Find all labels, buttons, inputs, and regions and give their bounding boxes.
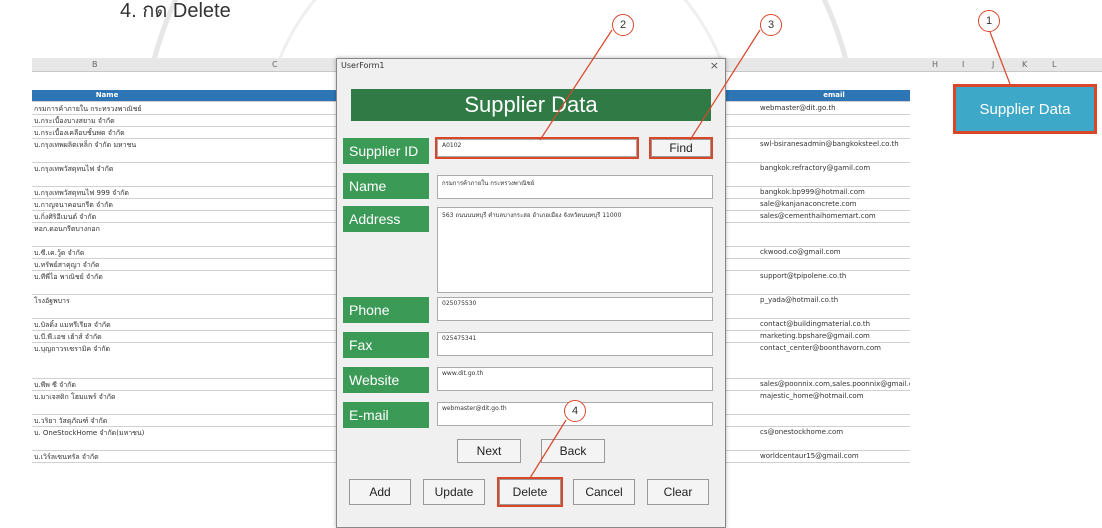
email-cell[interactable]: webmaster@dit.go.th (760, 104, 910, 112)
email-cell[interactable]: ckwood.co@gmail.com (760, 248, 910, 256)
column-l-header[interactable]: L (1052, 60, 1056, 69)
name-cell[interactable]: บ.มาเจสติก โฮมแพร์ จำกัด (34, 392, 180, 403)
cancel-button[interactable]: Cancel (573, 479, 635, 505)
supplier-data-launch-button[interactable]: Supplier Data (953, 84, 1097, 134)
name-cell[interactable]: บ.เวิร์ลเซนทรัล จำกัด (34, 452, 180, 462)
email-cell[interactable]: support@tpipolene.co.th (760, 272, 910, 280)
email-cell[interactable]: marketing.bpshare@gmail.com (760, 332, 910, 340)
email-cell[interactable]: sale@kanjanaconcrete.com (760, 200, 910, 208)
callout-2: 2 (612, 14, 634, 36)
name-cell[interactable]: บ.วริยา วัสดุภัณฑ์ จำกัด (34, 416, 180, 426)
column-c-header[interactable]: C (272, 60, 278, 69)
back-button[interactable]: Back (541, 439, 605, 463)
supplier-userform: UserForm1 × Supplier Data Supplier ID A0… (336, 58, 726, 528)
update-button[interactable]: Update (423, 479, 485, 505)
email-cell[interactable]: sales@cementhaihomemart.com (760, 212, 910, 220)
name-field[interactable]: กรมการค้าภายใน กระทรวงพาณิชย์ (437, 175, 713, 199)
callout-3: 3 (760, 14, 782, 36)
email-cell[interactable]: sales@poonnix.com,sales.poonnix@gmail.co… (760, 380, 910, 388)
callout-1: 1 (978, 10, 1000, 32)
next-button[interactable]: Next (457, 439, 521, 463)
column-j-header[interactable]: J (992, 60, 994, 69)
name-cell[interactable]: บ.กระเบื้องเคลือบชั้นพด จำกัด (34, 128, 180, 138)
name-cell[interactable]: บ.บี.พี.เอช เฮ้าส์ จำกัด (34, 332, 180, 342)
email-cell[interactable]: swl-bsiranesadmin@bangkoksteel.co.th (760, 140, 910, 148)
fax-field[interactable]: 025475341 (437, 332, 713, 356)
email-cell[interactable]: contact@buildingmaterial.co.th (760, 320, 910, 328)
name-cell[interactable]: บ.กิ่งศิริอีเมนต์ จำกัด (34, 212, 180, 222)
column-b-header[interactable]: B (92, 60, 98, 69)
address-field[interactable]: 563 ถนนนนทบุรี ตำบลบางกระสอ อำเภอเมือง จ… (437, 207, 713, 293)
form-banner: Supplier Data (351, 89, 711, 121)
header-email-cell[interactable]: email (758, 91, 910, 99)
name-cell[interactable]: บ.ซี.เค.วู้ด จำกัด (34, 248, 180, 258)
name-cell[interactable]: บ.บุญถาวรเซรามิค จำกัด (34, 344, 180, 355)
email-cell[interactable]: contact_center@boonthavorn.com (760, 344, 910, 352)
name-cell[interactable]: หอก.ดอนกรีตบางกอก (34, 224, 180, 235)
callout-4: 4 (564, 400, 586, 422)
column-h-header[interactable]: H (932, 60, 938, 69)
address-label: Address (343, 206, 429, 232)
email-cell[interactable]: p_yada@hotmail.co.th (760, 296, 910, 304)
column-k-header[interactable]: K (1022, 60, 1027, 69)
name-cell[interactable]: บ.กาญจนาคอนกรีต จำกัด (34, 200, 180, 210)
name-cell[interactable]: บ.บิลดิ้ง แมทรีเรียล จำกัด (34, 320, 180, 330)
website-label: Website (343, 367, 429, 393)
clear-button[interactable]: Clear (647, 479, 709, 505)
name-cell[interactable]: บ.กรุงเทพวัสดุทนไฟ 999 จำกัด (34, 188, 180, 198)
fax-label: Fax (343, 332, 429, 358)
website-field[interactable]: www.dit.go.th (437, 367, 713, 391)
email-cell[interactable]: majestic_home@hotmail.com (760, 392, 910, 400)
form-window-title: UserForm1 (341, 61, 385, 70)
name-cell[interactable]: บ.กระเบื้องบางสยาม จำกัด (34, 116, 180, 126)
name-cell[interactable]: บ.ทีพีไอ พาณิชย์ จำกัด (34, 272, 180, 283)
email-cell[interactable]: cs@onestockhome.com (760, 428, 910, 436)
delete-button[interactable]: Delete (497, 477, 563, 507)
name-cell[interactable]: กรมการค้าภายใน กระทรวงพาณิชย์ (34, 104, 180, 114)
close-icon[interactable]: × (710, 59, 719, 72)
name-cell[interactable]: บ.กรุงเทพผลิตเหล็ก จำกัด มหาชน (34, 140, 180, 151)
supplier-id-label: Supplier ID (343, 138, 429, 164)
name-cell[interactable]: โรงอัฐพบาร (34, 296, 180, 307)
add-button[interactable]: Add (349, 479, 411, 505)
column-i-header[interactable]: I (962, 60, 964, 69)
phone-field[interactable]: 025075530 (437, 297, 713, 321)
name-cell[interactable]: บ.พีพ ซี จำกัด (34, 380, 180, 390)
email-cell[interactable]: worldcentaur15@gmail.com (760, 452, 910, 460)
name-label: Name (343, 173, 429, 199)
name-cell[interactable]: บ.ทรัพย์สาคุญา จำกัด (34, 260, 180, 270)
name-cell[interactable]: บ. OneStockHome จำกัด(มหาชน) (34, 428, 180, 439)
phone-label: Phone (343, 297, 429, 323)
supplier-id-input[interactable]: A0102 (435, 137, 639, 159)
find-button[interactable]: Find (649, 137, 713, 159)
name-cell[interactable]: บ.กรุงเทพวัสดุทนไฟ จำกัด (34, 164, 180, 175)
email-cell[interactable]: bangkok.bp999@hotmail.com (760, 188, 910, 196)
step-heading: 4. กด Delete (120, 0, 231, 22)
email-cell[interactable]: bangkok.refractory@gamil.com (760, 164, 910, 172)
email-label: E-mail (343, 402, 429, 428)
header-name-cell[interactable]: Name (32, 91, 182, 99)
